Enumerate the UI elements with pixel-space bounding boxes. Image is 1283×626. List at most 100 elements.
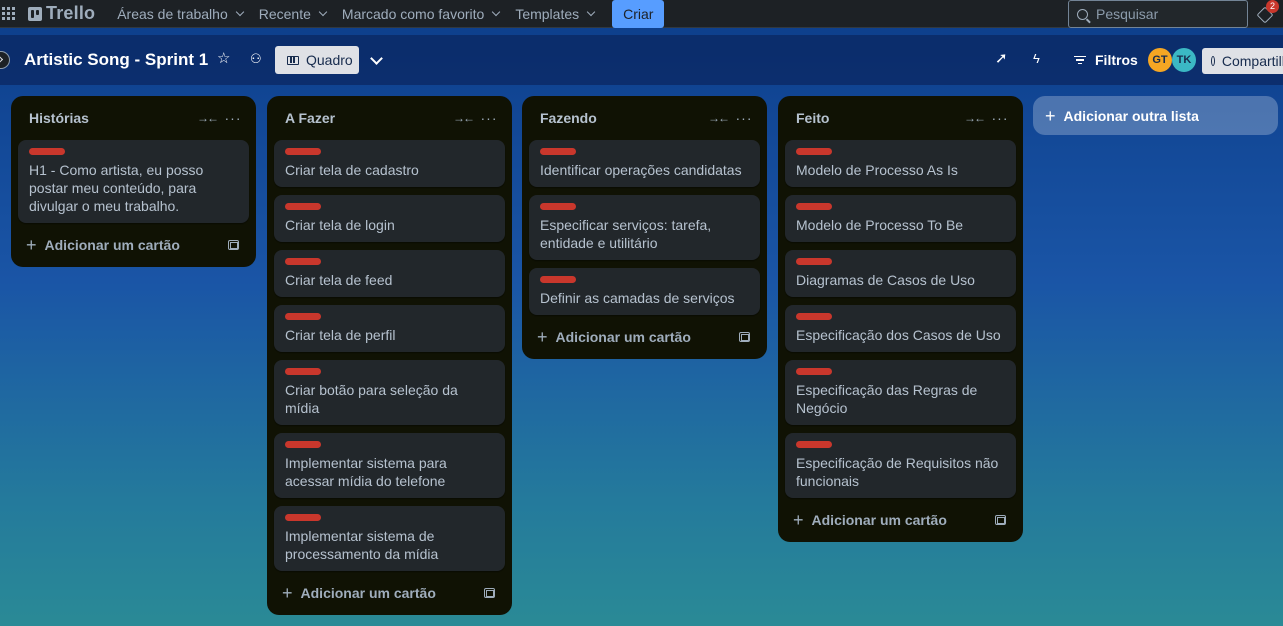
card[interactable]: Especificação das Regras de Negócio (785, 360, 1016, 425)
filter-icon (1074, 54, 1086, 67)
card[interactable]: Definir as camadas de serviços (529, 268, 760, 315)
card-label-red[interactable] (796, 368, 832, 375)
avatar[interactable]: TK (1172, 48, 1196, 72)
card-label-red[interactable] (796, 441, 832, 448)
card[interactable]: Especificar serviços: tarefa, entidade e… (529, 195, 760, 260)
more-options-icon[interactable]: ··· (734, 110, 754, 126)
list-header: Fazendo →← ··· (529, 104, 760, 132)
card-label-red[interactable] (540, 276, 576, 283)
share-button[interactable]: Compartilhar (1202, 48, 1283, 74)
add-card-button[interactable]: + Adicionar um cartão (529, 323, 760, 351)
more-options-icon[interactable]: ··· (479, 110, 499, 126)
more-options-icon[interactable]: ··· (990, 110, 1010, 126)
card[interactable]: Especificação dos Casos de Uso (785, 305, 1016, 352)
power-ups-icon[interactable]: ➚ (995, 50, 1008, 68)
card-label-red[interactable] (285, 368, 321, 375)
app-switcher-icon[interactable] (2, 6, 18, 21)
card-label-red[interactable] (796, 203, 832, 210)
search-input[interactable]: Pesquisar (1068, 0, 1248, 28)
add-card-button[interactable]: + Adicionar um cartão (274, 579, 505, 607)
list-a-fazer: A Fazer →← ··· Criar tela de cadastro Cr… (267, 96, 512, 615)
card-label-red[interactable] (285, 203, 321, 210)
menu-templates-label: Templates (515, 5, 580, 22)
card[interactable]: Especificação de Requisitos não funciona… (785, 433, 1016, 498)
add-list-button[interactable]: + Adicionar outra lista (1033, 96, 1278, 135)
card-label-red[interactable] (796, 148, 832, 155)
add-card-button[interactable]: + Adicionar um cartão (18, 231, 249, 259)
plus-icon: + (26, 235, 37, 255)
collapse-list-icon[interactable]: →← (453, 111, 475, 125)
collapse-list-icon[interactable]: →← (197, 111, 219, 125)
board-title[interactable]: Artistic Song - Sprint 1 (24, 50, 208, 70)
star-icon[interactable]: ☆ (217, 50, 230, 68)
chevron-down-icon[interactable] (370, 52, 383, 65)
menu-recent[interactable]: Recente (251, 0, 334, 28)
card[interactable]: Modelo de Processo To Be (785, 195, 1016, 242)
card-label-red[interactable] (285, 313, 321, 320)
list-feito: Feito →← ··· Modelo de Processo As Is Mo… (778, 96, 1023, 542)
filters-label: Filtros (1095, 52, 1138, 68)
card[interactable]: Diagramas de Casos de Uso (785, 250, 1016, 297)
add-card-label: Adicionar um cartão (555, 329, 691, 345)
card-title: Identificar operações candidatas (540, 162, 742, 178)
plus-icon: + (1045, 105, 1056, 126)
card-label-red[interactable] (285, 258, 321, 265)
card-template-icon[interactable] (484, 588, 495, 598)
card[interactable]: Modelo de Processo As Is (785, 140, 1016, 187)
card-title: H1 - Como artista, eu posso postar meu c… (29, 162, 204, 214)
card-title: Criar tela de perfil (285, 327, 396, 343)
card-label-red[interactable] (540, 148, 576, 155)
add-card-label: Adicionar um cartão (44, 237, 180, 253)
card-template-icon[interactable] (228, 240, 239, 250)
collapse-list-icon[interactable]: →← (964, 111, 986, 125)
card[interactable]: Implementar sistema de processamento da … (274, 506, 505, 571)
trello-logo[interactable]: Trello (28, 3, 95, 24)
card[interactable]: Identificar operações candidatas (529, 140, 760, 187)
card-template-icon[interactable] (995, 515, 1006, 525)
share-label: Compartilhar (1221, 53, 1283, 69)
card-label-red[interactable] (29, 148, 65, 155)
collapse-list-icon[interactable]: →← (708, 111, 730, 125)
list-header: A Fazer →← ··· (274, 104, 505, 132)
card-title: Implementar sistema para acessar mídia d… (285, 455, 447, 489)
logo-text: Trello (46, 3, 96, 23)
card-title: Modelo de Processo To Be (796, 217, 964, 233)
card[interactable]: Criar tela de feed (274, 250, 505, 297)
card-label-red[interactable] (796, 313, 832, 320)
card[interactable]: Criar tela de perfil (274, 305, 505, 352)
notifications-button[interactable]: 2 (1256, 0, 1279, 25)
filters-button[interactable]: Filtros (1074, 52, 1138, 68)
menu-workspaces[interactable]: Áreas de trabalho (109, 0, 251, 28)
avatar[interactable]: GT (1148, 48, 1172, 72)
sidebar-expand-icon[interactable] (0, 51, 10, 69)
card[interactable]: Implementar sistema para acessar mídia d… (274, 433, 505, 498)
plus-icon: + (282, 583, 293, 603)
card[interactable]: Criar tela de cadastro (274, 140, 505, 187)
list-header: Feito →← ··· (785, 104, 1016, 132)
list-title[interactable]: Fazendo (540, 110, 708, 126)
menu-templates[interactable]: Templates (507, 0, 602, 28)
add-card-button[interactable]: + Adicionar um cartão (785, 506, 1016, 534)
board-view-label: Quadro (306, 52, 353, 68)
automation-icon[interactable]: ϟ (1033, 50, 1040, 68)
add-member-icon (1211, 56, 1215, 66)
menu-recent-label: Recente (258, 5, 311, 22)
card[interactable]: Criar botão para seleção da mídia (274, 360, 505, 425)
create-button[interactable]: Criar (612, 0, 665, 28)
visibility-icon[interactable]: ⚇ (250, 50, 262, 68)
card[interactable]: H1 - Como artista, eu posso postar meu c… (18, 140, 249, 223)
card-label-red[interactable] (285, 148, 321, 155)
card-label-red[interactable] (540, 203, 576, 210)
card-label-red[interactable] (285, 514, 321, 521)
card-label-red[interactable] (285, 441, 321, 448)
card-template-icon[interactable] (739, 332, 750, 342)
menu-starred[interactable]: Marcado como favorito (334, 0, 507, 28)
card[interactable]: Criar tela de login (274, 195, 505, 242)
list-title[interactable]: Feito (796, 110, 964, 126)
list-title[interactable]: A Fazer (285, 110, 453, 126)
list-title[interactable]: Histórias (29, 110, 197, 126)
list-fazendo: Fazendo →← ··· Identificar operações can… (522, 96, 767, 359)
card-label-red[interactable] (796, 258, 832, 265)
board-view-button[interactable]: Quadro (275, 46, 359, 74)
more-options-icon[interactable]: ··· (223, 110, 243, 126)
